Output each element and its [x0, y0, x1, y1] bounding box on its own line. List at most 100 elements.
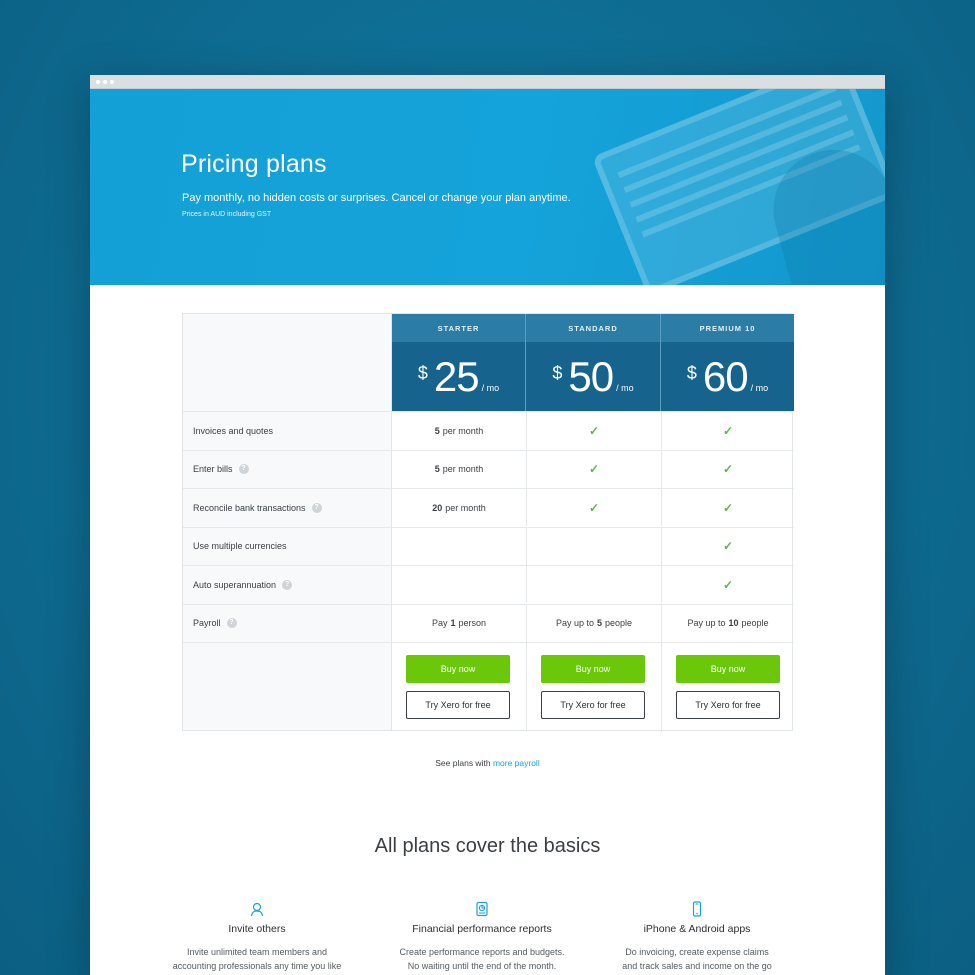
plan-name: STARTER — [392, 314, 526, 342]
browser-window: Pricing plans Pay monthly, no hidden cos… — [90, 75, 885, 975]
feature-label-cell: Auto superannuation? — [183, 566, 392, 603]
value-prefix: Pay up to — [555, 618, 594, 628]
price-amount: 25 — [433, 352, 480, 400]
feature-label-cell: Use multiple currencies — [183, 528, 392, 565]
more-payroll-link[interactable]: more payroll — [493, 758, 540, 768]
plan-value-cell — [526, 566, 661, 603]
try-free-button[interactable]: Try Xero for free — [406, 691, 510, 719]
feature-label: Use multiple currencies — [193, 541, 287, 551]
value-prefix: Pay — [431, 618, 448, 628]
plan-value-cell: 5 per month — [392, 451, 526, 488]
price-period: / mo — [616, 382, 634, 393]
price-amount: 60 — [702, 352, 749, 400]
buy-now-button[interactable]: Buy now — [406, 655, 510, 683]
cta-starter: Buy now Try Xero for free — [392, 643, 526, 732]
feature-desc-line: Do invoicing, create expense claims — [625, 947, 769, 957]
feature-name: Financial performance reports — [412, 923, 552, 935]
try-free-button[interactable]: Try Xero for free — [676, 691, 780, 719]
value-unit: person — [458, 618, 487, 628]
value-number: 1 — [450, 618, 456, 628]
hero-subtitle: Pay monthly, no hidden costs or surprise… — [182, 192, 571, 204]
help-icon[interactable]: ? — [311, 502, 322, 513]
feature-label: Invoices and quotes — [193, 425, 274, 436]
more-plans-text: See plans with — [435, 758, 491, 768]
feature-invite: Invite others Invite unlimited team memb… — [142, 901, 372, 973]
feature-label: Enter bills — [193, 464, 233, 474]
phone-icon — [692, 901, 702, 917]
help-icon[interactable]: ? — [282, 579, 293, 590]
feature-name: iPhone & Android apps — [643, 923, 751, 935]
price-period: / mo — [481, 382, 500, 393]
plan-value-cell: Pay 1 person — [392, 605, 526, 642]
value-number: 20 — [432, 502, 443, 513]
value-unit: per month — [442, 464, 484, 474]
feature-row: Reconcile bank transactions? 20 per month ✓… — [183, 488, 794, 526]
plan-value-cell: ✓ — [661, 412, 794, 449]
value-number: 5 — [434, 464, 440, 474]
feature-label-cell: Invoices and quotes — [183, 412, 392, 449]
plan-price: $ 25 / mo — [392, 342, 526, 411]
price-note: Prices in AUD including GST — [182, 211, 272, 218]
buy-now-button[interactable]: Buy now — [676, 655, 780, 683]
value-unit: people — [741, 618, 769, 628]
check-icon: ✓ — [588, 462, 600, 476]
plan-value-cell: ✓ — [526, 412, 661, 449]
help-icon[interactable]: ? — [238, 464, 249, 474]
feature-row: Use multiple currencies ✓ — [183, 526, 794, 565]
plan-value-cell: ✓ — [661, 566, 794, 603]
feature-label-cell: Payroll? — [183, 605, 392, 642]
plan-name: STANDARD — [526, 314, 661, 342]
price-amount: 50 — [568, 352, 614, 400]
feature-label: Payroll — [193, 618, 221, 628]
pricing-table: STARTER $ 25 / mo STANDARD $ 50 / mo PRE… — [182, 313, 794, 732]
value-number: 5 — [434, 425, 440, 436]
plan-value-cell — [392, 528, 526, 565]
plan-value-cell: Pay up to 5 people — [526, 604, 661, 642]
cta-row: Buy now Try Xero for free Buy now Try Xe… — [183, 642, 794, 732]
value-number: 10 — [728, 618, 739, 628]
basics-title: All plans cover the basics — [374, 835, 601, 857]
value-unit: per month — [442, 425, 484, 436]
cta-standard: Buy now Try Xero for free — [526, 643, 661, 732]
value-unit: per month — [445, 502, 486, 513]
plan-value-cell: ✓ — [661, 450, 794, 488]
feature-label: Reconcile bank transactions — [193, 502, 306, 513]
plan-value-cell: 5 per month — [392, 412, 526, 449]
window-dot-icon — [103, 80, 107, 84]
check-icon: ✓ — [588, 423, 600, 438]
value-prefix: Pay up to — [687, 618, 726, 628]
check-icon: ✓ — [588, 500, 600, 515]
value-unit: people — [605, 618, 633, 628]
feature-row: Auto superannuation? ✓ — [183, 565, 794, 603]
browser-chrome — [90, 75, 885, 89]
check-icon: ✓ — [722, 462, 734, 476]
plan-value-cell — [526, 527, 661, 565]
feature-desc-line: Create performance reports and budgets. — [399, 947, 565, 957]
plan-value-cell: ✓ — [526, 489, 661, 526]
buy-now-button[interactable]: Buy now — [541, 655, 645, 683]
feature-apps: iPhone & Android apps Do invoicing, crea… — [582, 901, 812, 973]
feature-name: Invite others — [228, 923, 286, 935]
plan-price: $ 60 / mo — [661, 342, 794, 411]
try-free-button[interactable]: Try Xero for free — [541, 691, 645, 719]
feature-desc-line: and track sales and income on the go — [622, 961, 772, 971]
feature-label-cell: Enter bills? — [183, 451, 392, 488]
plan-value-cell: ✓ — [526, 450, 661, 488]
check-icon: ✓ — [722, 423, 734, 438]
hero-banner: Pricing plans Pay monthly, no hidden cos… — [90, 89, 885, 285]
more-plans-line: See plans with more payroll — [90, 758, 885, 768]
price-currency: $ — [552, 362, 563, 383]
plan-name: PREMIUM 10 — [661, 314, 794, 342]
cta-premium: Buy now Try Xero for free — [661, 643, 794, 732]
window-dot-icon — [110, 80, 114, 84]
person-icon — [250, 902, 264, 917]
help-icon[interactable]: ? — [226, 618, 237, 628]
check-icon: ✓ — [722, 539, 734, 553]
plan-value-cell: ✓ — [661, 489, 794, 526]
feature-reports: Financial performance reports Create per… — [367, 901, 597, 973]
plan-price: $ 50 / mo — [526, 342, 661, 411]
plan-value-cell: Pay up to 10 people — [661, 604, 794, 642]
value-number: 5 — [596, 618, 602, 628]
plan-value-cell: 20 per month — [392, 489, 526, 526]
feature-row: Invoices and quotes 5 per month ✓ ✓ — [183, 411, 794, 449]
